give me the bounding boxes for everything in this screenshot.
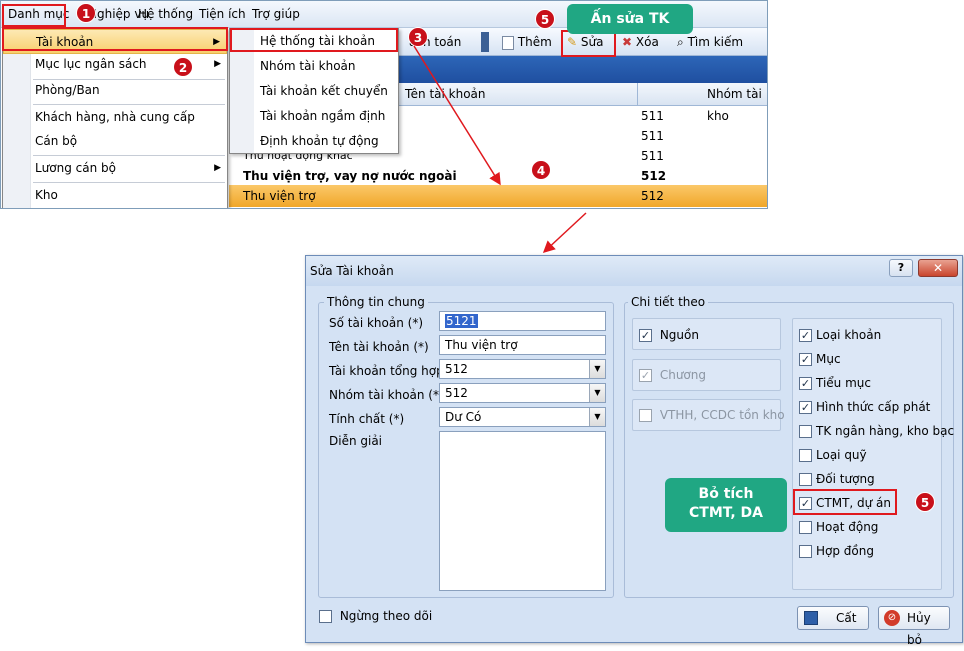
tieu-muc-checkbox[interactable]: ✓ Tiểu mục [799, 374, 871, 392]
check-icon: ✓ [799, 353, 812, 366]
tinh-chat-label: Tính chất (*) [329, 412, 405, 426]
nhom-tk-label: Nhóm tài khoản (*) [329, 388, 444, 402]
nhom-tk-select[interactable]: 512 ▼ [439, 383, 606, 403]
callout-bo-tich: Bỏ tích CTMT, DA [665, 478, 787, 532]
hop-dong-checkbox[interactable]: Hợp đồng [799, 542, 874, 560]
check-icon: ✓ [799, 329, 812, 342]
dialog-title: Sửa Tài khoản [310, 264, 394, 278]
chevron-down-icon[interactable]: ▼ [589, 408, 605, 426]
thong-tin-chung-title: Thông tin chung [324, 293, 428, 311]
check-icon: ✓ [799, 401, 812, 414]
highlight-ctmt [793, 489, 897, 515]
arrow-to-dialog [542, 212, 587, 254]
dialog-titlebar: Sửa Tài khoản ? ✕ [306, 256, 962, 286]
tinh-chat-select[interactable]: Dư Có ▼ [439, 407, 606, 427]
chevron-down-icon[interactable]: ▼ [589, 384, 605, 402]
ten-tk-label: Tên tài khoản (*) [329, 340, 429, 354]
doi-tuong-checkbox[interactable]: Đối tượng [799, 470, 875, 488]
chevron-down-icon[interactable]: ▼ [589, 360, 605, 378]
so-tk-label: Số tài khoản (*) [329, 316, 424, 330]
vthh-checkbox[interactable]: VTHH, CCDC tồn kho [639, 406, 785, 424]
muc-checkbox[interactable]: ✓ Mục [799, 350, 841, 368]
tk-tong-hop-label: Tài khoản tổng hợp [329, 364, 444, 378]
chi-tiet-theo-title: Chi tiết theo [628, 293, 709, 311]
save-icon [804, 611, 818, 625]
huy-bo-button[interactable]: ⊘ Hủy bỏ [878, 606, 950, 647]
loai-quy-checkbox[interactable]: Loại quỹ [799, 446, 867, 464]
help-button[interactable]: ? [889, 259, 913, 277]
check-icon: ✓ [639, 369, 652, 382]
checkbox-empty-icon [799, 425, 812, 438]
hinh-thuc-cap-phat-checkbox[interactable]: ✓ Hình thức cấp phát [799, 398, 930, 416]
checkbox-empty-icon [799, 521, 812, 534]
dien-giai-textarea[interactable] [439, 431, 606, 591]
tk-ngan-hang-checkbox[interactable]: TK ngân hàng, kho bạc [799, 422, 954, 440]
checkbox-empty-icon [799, 545, 812, 558]
ngung-theo-doi-checkbox[interactable]: Ngừng theo dõi [319, 607, 432, 625]
ten-tk-input[interactable]: Thu viện trợ [439, 335, 606, 355]
nguon-checkbox[interactable]: ✓ Nguồn [639, 326, 699, 344]
checkbox-empty-icon [319, 610, 332, 623]
sua-tai-khoan-dialog: Sửa Tài khoản ? ✕ Thông tin chung Số tài… [305, 255, 963, 647]
step-badge: 5 [915, 492, 935, 512]
arrow-to-row [413, 45, 501, 186]
hoat-dong-checkbox[interactable]: Hoạt động [799, 518, 878, 536]
chuong-checkbox[interactable]: ✓ Chương [639, 366, 706, 384]
close-icon[interactable]: ✕ [918, 259, 958, 277]
checkbox-empty-icon [799, 473, 812, 486]
loai-khoan-checkbox[interactable]: ✓ Loại khoản [799, 326, 881, 344]
checkbox-empty-icon [639, 409, 652, 422]
so-tk-input[interactable]: 5121 [439, 311, 606, 331]
cat-button[interactable]: Cất [797, 606, 869, 630]
cancel-icon: ⊘ [884, 610, 900, 626]
check-icon: ✓ [799, 377, 812, 390]
check-icon: ✓ [639, 329, 652, 342]
checkbox-empty-icon [799, 449, 812, 462]
dien-giai-label: Diễn giải [329, 434, 383, 448]
tk-tong-hop-select[interactable]: 512 ▼ [439, 359, 606, 379]
